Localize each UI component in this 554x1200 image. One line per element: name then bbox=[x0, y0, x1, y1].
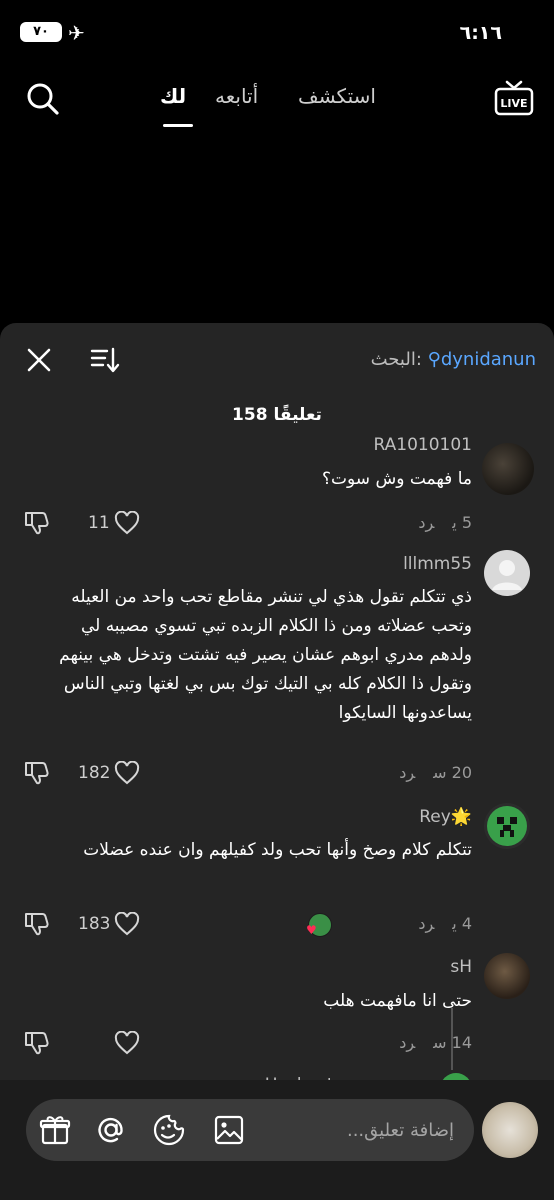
comment-meta: 4 ي رد bbox=[400, 914, 472, 933]
image-icon[interactable] bbox=[212, 1113, 246, 1147]
status-bar: ٦:١٦ ٧٠ ✈ bbox=[0, 0, 554, 64]
default-avatar-icon bbox=[492, 560, 522, 590]
creator-liked-heart-icon: ♥ bbox=[306, 923, 317, 937]
comment-username[interactable]: lllmm55 bbox=[403, 554, 472, 574]
search-prefix: البحث: bbox=[370, 349, 422, 370]
current-user-avatar[interactable] bbox=[482, 1102, 538, 1158]
comment-meta: 5 ي رد bbox=[400, 513, 472, 532]
search-keyword[interactable]: dynidanun bbox=[441, 349, 536, 370]
reply-button[interactable]: رد bbox=[399, 1033, 415, 1052]
reply-button[interactable]: رد bbox=[418, 914, 434, 933]
comment-item: sH حتى انا مافهمت هلب 14 سرد bbox=[0, 951, 554, 1071]
heart-icon[interactable] bbox=[114, 511, 140, 535]
comments-sheet: البحث: ⚲dynidanun 158 تعليقًا RA1010101 … bbox=[0, 323, 554, 1200]
mention-icon[interactable] bbox=[94, 1113, 128, 1147]
reply-button[interactable]: رد bbox=[399, 763, 415, 782]
heart-icon[interactable] bbox=[114, 912, 140, 936]
comment-username[interactable]: sH bbox=[450, 957, 472, 977]
comment-composer bbox=[0, 1080, 554, 1200]
search-keyword-label[interactable]: البحث: ⚲dynidanun bbox=[371, 349, 536, 370]
creeper-avatar-icon bbox=[487, 806, 527, 846]
airplane-mode-icon: ✈ bbox=[68, 21, 85, 45]
top-nav: لك أتابعه استكشف LIVE bbox=[0, 70, 554, 130]
battery-icon: ٧٠ bbox=[20, 22, 62, 42]
like-count: 183 bbox=[78, 914, 111, 934]
dislike-icon[interactable] bbox=[22, 509, 50, 537]
live-label: LIVE bbox=[500, 97, 527, 110]
dislike-icon[interactable] bbox=[22, 1029, 50, 1057]
comment-item: Rey🌟 تتكلم كلام وصخ وأنها تحب ولد كفيلهم… bbox=[0, 801, 554, 941]
comment-text: ما فهمت وش سوت؟ bbox=[322, 469, 472, 489]
gift-icon[interactable] bbox=[38, 1113, 72, 1147]
like-count: 182 bbox=[78, 763, 111, 783]
comment-text: حتى انا مافهمت هلب bbox=[323, 991, 472, 1011]
avatar[interactable] bbox=[484, 803, 530, 849]
comment-meta: 14 سرد bbox=[381, 1033, 472, 1052]
comment-item: lllmm55 ذي تتكلم تقول هذي لي تنشر مقاطع … bbox=[0, 548, 554, 798]
comment-count: 158 تعليقًا bbox=[232, 405, 322, 425]
comment-input-pill[interactable] bbox=[26, 1099, 474, 1161]
avatar[interactable] bbox=[484, 550, 530, 596]
comment-text: تتكلم كلام وصخ وأنها تحب ولد كفيلهم وان … bbox=[83, 840, 472, 860]
like-count: 11 bbox=[88, 513, 110, 533]
comment-username[interactable]: RA1010101 bbox=[374, 435, 472, 455]
tab-explore[interactable]: استكشف bbox=[298, 84, 376, 108]
comment-item: RA1010101 ما فهمت وش سوت؟ 5 ي رد 11 bbox=[0, 433, 554, 543]
comment-meta: 20 س رد bbox=[381, 763, 472, 782]
dislike-icon[interactable] bbox=[22, 759, 50, 787]
status-time: ٦:١٦ bbox=[459, 22, 502, 44]
search-icon[interactable] bbox=[26, 82, 60, 116]
comment-time: 4 ي bbox=[452, 914, 472, 933]
avatar[interactable] bbox=[484, 953, 530, 999]
live-icon[interactable]: LIVE bbox=[494, 78, 534, 118]
active-tab-indicator bbox=[163, 124, 193, 127]
reply-button[interactable]: رد bbox=[418, 513, 434, 532]
heart-icon[interactable] bbox=[114, 761, 140, 785]
reply-thread-line bbox=[451, 1008, 453, 1070]
comment-username[interactable]: Rey🌟 bbox=[419, 807, 472, 827]
tab-following[interactable]: أتابعه bbox=[215, 84, 258, 108]
avatar[interactable] bbox=[482, 443, 534, 495]
search-keyword-icon: ⚲ bbox=[427, 349, 441, 370]
sort-icon[interactable] bbox=[90, 345, 120, 375]
emoji-icon[interactable] bbox=[152, 1113, 186, 1147]
close-icon[interactable] bbox=[26, 347, 52, 373]
comment-time: 5 ي bbox=[452, 513, 472, 532]
comment-input[interactable] bbox=[304, 1115, 454, 1145]
comment-time: 20 س bbox=[433, 763, 472, 782]
comment-text: ذي تتكلم تقول هذي لي تنشر مقاطع تحب واحد… bbox=[59, 587, 472, 723]
dislike-icon[interactable] bbox=[22, 910, 50, 938]
heart-icon[interactable] bbox=[114, 1031, 140, 1055]
tab-for-you[interactable]: لك bbox=[160, 84, 186, 108]
